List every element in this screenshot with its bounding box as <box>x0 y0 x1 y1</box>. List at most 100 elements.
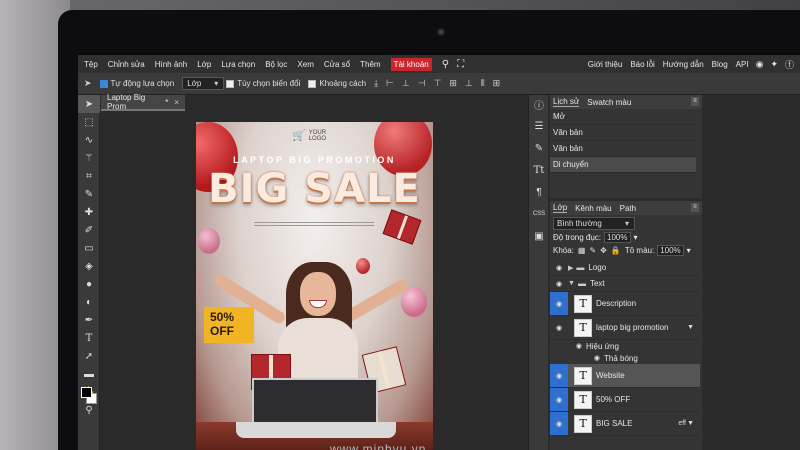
chevron-down-icon[interactable]: ▾ <box>687 246 691 255</box>
css-icon[interactable]: CSS <box>529 205 549 223</box>
twitter-icon[interactable]: ✦ <box>770 59 778 70</box>
dodge-tool-icon[interactable]: ◐ <box>78 293 100 311</box>
eye-icon[interactable]: ◉ <box>550 280 568 288</box>
link-report-bug[interactable]: Báo lỗi <box>630 60 654 69</box>
align-top-icon[interactable]: ⊤ <box>434 78 442 89</box>
marquee-tool-icon[interactable]: ⬚ <box>78 113 100 131</box>
history-item[interactable]: Mở <box>550 109 696 125</box>
healing-tool-icon[interactable]: ✚ <box>78 203 100 221</box>
align-left-icon[interactable]: ⊢ <box>386 78 394 89</box>
lock-all-icon[interactable]: 🔒 <box>611 246 621 255</box>
eye-icon[interactable]: ◉ <box>550 264 568 272</box>
menu-image[interactable]: Hình ảnh <box>155 60 187 69</box>
distance-option[interactable]: Khoảng cách <box>308 79 366 88</box>
adjustments-icon[interactable]: ☰ <box>529 117 549 135</box>
auto-select-option[interactable]: Tự động lựa chọn <box>99 79 174 88</box>
history-item[interactable]: Văn bản <box>550 125 696 141</box>
effects-toggle-icon[interactable]: ▼ <box>687 420 694 427</box>
poster-canvas[interactable]: 🛒 YOUR LOGO LAPTOP BIG PROMOTION BIG SAL… <box>196 122 433 450</box>
align-right-icon[interactable]: ⊣ <box>418 78 426 89</box>
blur-tool-icon[interactable]: ● <box>78 275 100 293</box>
move-tool-icon[interactable]: ➤ <box>78 95 100 113</box>
transform-checkbox[interactable] <box>226 79 235 88</box>
menu-account[interactable]: Tài khoản <box>390 57 432 71</box>
menu-select[interactable]: Lựa chọn <box>221 60 255 69</box>
character-icon[interactable]: Tt <box>529 161 549 179</box>
menu-layer[interactable]: Lớp <box>197 60 211 69</box>
chevron-down-icon[interactable]: ▼ <box>568 280 575 287</box>
lock-position-icon[interactable]: ✥ <box>600 246 607 255</box>
link-blog[interactable]: Blog <box>712 60 728 69</box>
transform-option[interactable]: Tùy chọn biến đổi <box>226 79 300 88</box>
eye-icon[interactable]: ◉ <box>550 342 586 350</box>
pen-tool-icon[interactable]: ✒ <box>78 311 100 329</box>
magic-wand-tool-icon[interactable]: ⚚ <box>78 149 100 167</box>
history-panel-menu-icon[interactable]: ≡ <box>691 97 699 106</box>
menu-file[interactable]: Tệp <box>84 60 98 69</box>
blend-mode-dropdown[interactable]: Bình thường <box>553 217 635 230</box>
paragraph-icon[interactable]: ¶ <box>529 183 549 201</box>
brush-settings-icon[interactable]: ✎ <box>529 139 549 157</box>
fill-input[interactable]: 100% <box>657 245 684 256</box>
fullscreen-icon[interactable]: ⛶ <box>457 59 464 70</box>
fill-tool-icon[interactable]: ◈ <box>78 257 100 275</box>
history-item-current[interactable]: Di chuyển <box>550 157 696 173</box>
chevron-right-icon[interactable]: ▶ <box>568 264 573 272</box>
layer-row-laptop-promotion[interactable]: ◉ T laptop big promotion ▼ <box>550 316 700 340</box>
shape-tool-icon[interactable]: ▬ <box>78 365 100 383</box>
crop-tool-icon[interactable]: ⌗ <box>78 167 100 185</box>
eye-icon[interactable]: ◉ <box>550 412 568 435</box>
menu-window[interactable]: Cửa sổ <box>324 60 350 69</box>
align-bottom-icon[interactable]: ⊥ <box>465 78 473 89</box>
layer-row-text-group[interactable]: ◉ ▼ ▬ Text <box>550 276 700 292</box>
layer-effects-row[interactable]: ◉ Hiệu ứng <box>550 340 700 352</box>
distance-checkbox[interactable] <box>308 79 317 88</box>
foreground-color-swatch[interactable] <box>81 387 92 398</box>
tab-channels[interactable]: Kênh màu <box>575 204 611 213</box>
layer-row-50-off[interactable]: ◉ T 50% OFF <box>550 388 700 412</box>
layer-drop-shadow-row[interactable]: ◉ Thả bóng <box>550 352 700 364</box>
image-icon[interactable]: ▣ <box>529 227 549 245</box>
link-api[interactable]: API <box>736 60 749 69</box>
link-guide[interactable]: Hướng dẫn <box>663 60 704 69</box>
align-center-icon[interactable]: ⊥ <box>402 78 410 89</box>
eye-icon[interactable]: ◉ <box>550 388 568 411</box>
eye-icon[interactable]: ◉ <box>550 324 568 332</box>
lasso-tool-icon[interactable]: ∿ <box>78 131 100 149</box>
tab-paths[interactable]: Path <box>620 204 636 213</box>
layer-row-logo[interactable]: ◉ ▶ ▬ Logo <box>550 260 700 276</box>
tab-swatches[interactable]: Swatch màu <box>587 98 631 107</box>
align-middle-icon[interactable]: ⊞ <box>449 78 457 89</box>
eyedropper-tool-icon[interactable]: ✎ <box>78 185 100 203</box>
grid-icon[interactable]: ⊞ <box>493 78 501 89</box>
tab-layers[interactable]: Lớp <box>553 203 568 213</box>
close-tab-icon[interactable]: × <box>174 98 179 107</box>
lock-paint-icon[interactable]: ✎ <box>589 246 596 255</box>
effects-toggle-icon[interactable]: ▼ <box>687 324 694 331</box>
tab-history[interactable]: Lịch sử <box>553 97 580 107</box>
history-item[interactable]: Văn bản <box>550 141 696 157</box>
layer-row-description[interactable]: ◉ T Description <box>550 292 700 316</box>
layers-panel-menu-icon[interactable]: ≡ <box>691 203 699 212</box>
brush-tool-icon[interactable]: ✐ <box>78 221 100 239</box>
path-select-tool-icon[interactable]: ➚ <box>78 347 100 365</box>
reddit-icon[interactable]: ◉ <box>756 59 764 70</box>
text-tool-icon[interactable]: T <box>78 329 100 347</box>
auto-select-checkbox[interactable] <box>99 79 108 88</box>
document-tab[interactable]: Laptop Big Prom * × <box>101 93 185 111</box>
eraser-tool-icon[interactable]: ▭ <box>78 239 100 257</box>
menu-more[interactable]: Thêm <box>360 60 380 69</box>
eye-icon[interactable]: ◉ <box>550 354 604 362</box>
distribute-icon[interactable]: ⫴ <box>481 78 485 89</box>
menu-filter[interactable]: Bộ lọc <box>265 60 287 69</box>
layer-row-website[interactable]: ◉ T Website <box>550 364 700 388</box>
lock-pixels-icon[interactable]: ▦ <box>578 246 586 255</box>
menu-edit[interactable]: Chỉnh sửa <box>108 60 145 69</box>
info-icon[interactable]: ⓘ <box>529 95 549 113</box>
menu-view[interactable]: Xem <box>297 60 313 69</box>
download-icon[interactable]: ⤓ <box>374 78 378 89</box>
search-icon[interactable]: ⚲ <box>442 59 449 70</box>
opacity-input[interactable]: 100% <box>604 232 631 243</box>
link-about[interactable]: Giới thiệu <box>588 60 623 69</box>
facebook-icon[interactable]: ⓕ <box>785 58 794 71</box>
